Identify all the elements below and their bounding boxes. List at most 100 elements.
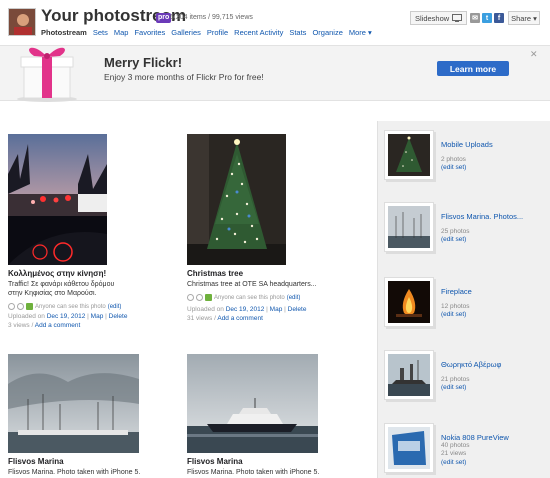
set-title-link[interactable]: Θωρηκτό Αβέρωφ	[441, 360, 501, 369]
photo-image	[187, 354, 318, 453]
add-comment-link[interactable]: Add a comment	[35, 322, 81, 329]
nav-organize[interactable]: Organize	[312, 28, 342, 37]
edit-set-link[interactable]: (edit set)	[441, 384, 466, 391]
banner-title: Merry Flickr!	[104, 55, 183, 70]
photostream-counts: 6,204 items / 99,715 views	[170, 14, 253, 21]
set-photo-count: 12 photos	[441, 303, 470, 310]
nav-favorites[interactable]: Favorites	[134, 28, 165, 37]
edit-set-link[interactable]: (edit set)	[441, 459, 466, 466]
upload-date-link[interactable]: Dec 19, 2012	[47, 313, 86, 320]
gift-icon	[17, 47, 77, 102]
photo-title[interactable]: Κολλημένος στην κίνηση!	[8, 269, 106, 278]
set-thumbnail[interactable]	[384, 130, 434, 180]
set-item[interactable]: Flisvos Marina. Photos... 25 photos (edi…	[384, 202, 544, 262]
uploaded-label: Uploaded on	[8, 313, 45, 320]
privacy-row: Anyone can see this photo (edit)	[8, 303, 121, 310]
set-photo-count: 40 photos	[441, 442, 470, 449]
photo-description: Flisvos Marina. Photo taken with iPhone …	[8, 469, 141, 476]
set-title-link[interactable]: Mobile Uploads	[441, 140, 493, 149]
public-icon	[205, 294, 212, 301]
set-item[interactable]: Θωρηκτό Αβέρωφ 21 photos (edit set)	[384, 350, 544, 410]
nav-photostream[interactable]: Photostream	[41, 28, 87, 37]
map-link[interactable]: Map	[91, 313, 104, 320]
banner-text: Enjoy 3 more months of Flickr Pro for fr…	[104, 72, 264, 82]
nav-recent-activity[interactable]: Recent Activity	[234, 28, 283, 37]
privacy-text: Anyone can see this photo	[214, 294, 285, 301]
views-count: 3 views	[8, 322, 30, 329]
photo-title[interactable]: Flisvos Marina	[187, 457, 243, 466]
public-icon	[26, 303, 33, 310]
upload-date-link[interactable]: Dec 19, 2012	[226, 306, 265, 313]
set-thumbnail[interactable]	[384, 277, 434, 327]
photo-christmas-tree[interactable]	[187, 134, 286, 265]
photo-description: Christmas tree at OTE SA headquarters...	[187, 281, 317, 288]
privacy-icon	[187, 294, 194, 301]
set-thumbnail-image	[388, 354, 430, 396]
set-item[interactable]: Nokia 808 PureView 40 photos 21 views (e…	[384, 423, 544, 478]
set-item[interactable]: Fireplace 12 photos (edit set)	[384, 277, 544, 337]
set-title-link[interactable]: Nokia 808 PureView	[441, 433, 509, 442]
monitor-icon	[452, 14, 463, 22]
share-button[interactable]: Share ▾	[508, 11, 540, 25]
nav-stats[interactable]: Stats	[289, 28, 306, 37]
photo-flisvos-marina-yacht[interactable]	[187, 354, 318, 453]
set-thumbnail-image	[388, 427, 430, 469]
photo-description: Traffic! Σε φανάρι κάθετου δρόμου στην Κ…	[8, 281, 115, 297]
privacy-edit-link[interactable]: (edit)	[287, 295, 301, 301]
photo-description: Flisvos Marina. Photo taken with iPhone …	[187, 469, 320, 476]
set-title-link[interactable]: Flisvos Marina. Photos...	[441, 212, 523, 221]
avatar[interactable]	[8, 8, 36, 36]
privacy-edit-link[interactable]: (edit)	[108, 304, 122, 310]
set-thumbnail[interactable]	[384, 423, 434, 473]
photo-title[interactable]: Christmas tree	[187, 269, 243, 278]
set-photo-count: 21 photos	[441, 376, 470, 383]
set-thumbnail-image	[388, 134, 430, 176]
privacy-text: Anyone can see this photo	[35, 303, 106, 310]
uploaded-label: Uploaded on	[187, 306, 224, 313]
views-count: 31 views	[187, 315, 213, 322]
email-icon[interactable]: ✉	[470, 13, 480, 23]
set-thumbnail[interactable]	[384, 202, 434, 252]
edit-set-link[interactable]: (edit set)	[441, 236, 466, 243]
delete-link[interactable]: Delete	[288, 306, 307, 313]
set-item[interactable]: Mobile Uploads 2 photos (edit set)	[384, 130, 544, 190]
set-views-count: 21 views	[441, 450, 467, 457]
photo-traffic[interactable]	[8, 134, 107, 265]
views-meta: 3 views / Add a comment	[8, 322, 81, 329]
privacy-icon	[196, 294, 203, 301]
nav-profile[interactable]: Profile	[207, 28, 228, 37]
slideshow-button[interactable]: Slideshow	[410, 11, 468, 25]
nav-map[interactable]: Map	[114, 28, 129, 37]
upload-meta: Uploaded on Dec 19, 2012 | Map | Delete	[8, 313, 128, 320]
twitter-icon[interactable]: t	[482, 13, 492, 23]
pro-badge[interactable]: pro	[156, 13, 172, 23]
close-icon[interactable]: ✕	[530, 49, 538, 60]
facebook-icon[interactable]: f	[494, 13, 504, 23]
nav-more[interactable]: More ▾	[349, 28, 372, 37]
views-meta: 31 views / Add a comment	[187, 315, 263, 322]
set-photo-count: 2 photos	[441, 156, 466, 163]
nav-sets[interactable]: Sets	[93, 28, 108, 37]
set-photo-count: 25 photos	[441, 228, 470, 235]
edit-set-link[interactable]: (edit set)	[441, 311, 466, 318]
privacy-row: Anyone can see this photo (edit)	[187, 294, 300, 301]
set-thumbnail-image	[388, 206, 430, 248]
photo-image	[8, 134, 107, 265]
photo-title[interactable]: Flisvos Marina	[8, 457, 64, 466]
photo-flisvos-marina[interactable]	[8, 354, 139, 453]
set-thumbnail[interactable]	[384, 350, 434, 400]
set-title-link[interactable]: Fireplace	[441, 287, 472, 296]
delete-link[interactable]: Delete	[109, 313, 128, 320]
privacy-icon	[8, 303, 15, 310]
privacy-icon	[17, 303, 24, 310]
edit-set-link[interactable]: (edit set)	[441, 164, 466, 171]
photostream-nav: Photostream Sets Map Favorites Galleries…	[41, 28, 372, 37]
add-comment-link[interactable]: Add a comment	[217, 315, 263, 322]
upload-meta: Uploaded on Dec 19, 2012 | Map | Delete	[187, 306, 307, 313]
photo-image	[187, 134, 286, 265]
slideshow-label: Slideshow	[415, 13, 450, 23]
photo-image	[8, 354, 139, 453]
learn-more-button[interactable]: Learn more	[437, 61, 509, 76]
map-link[interactable]: Map	[270, 306, 283, 313]
nav-galleries[interactable]: Galleries	[171, 28, 201, 37]
